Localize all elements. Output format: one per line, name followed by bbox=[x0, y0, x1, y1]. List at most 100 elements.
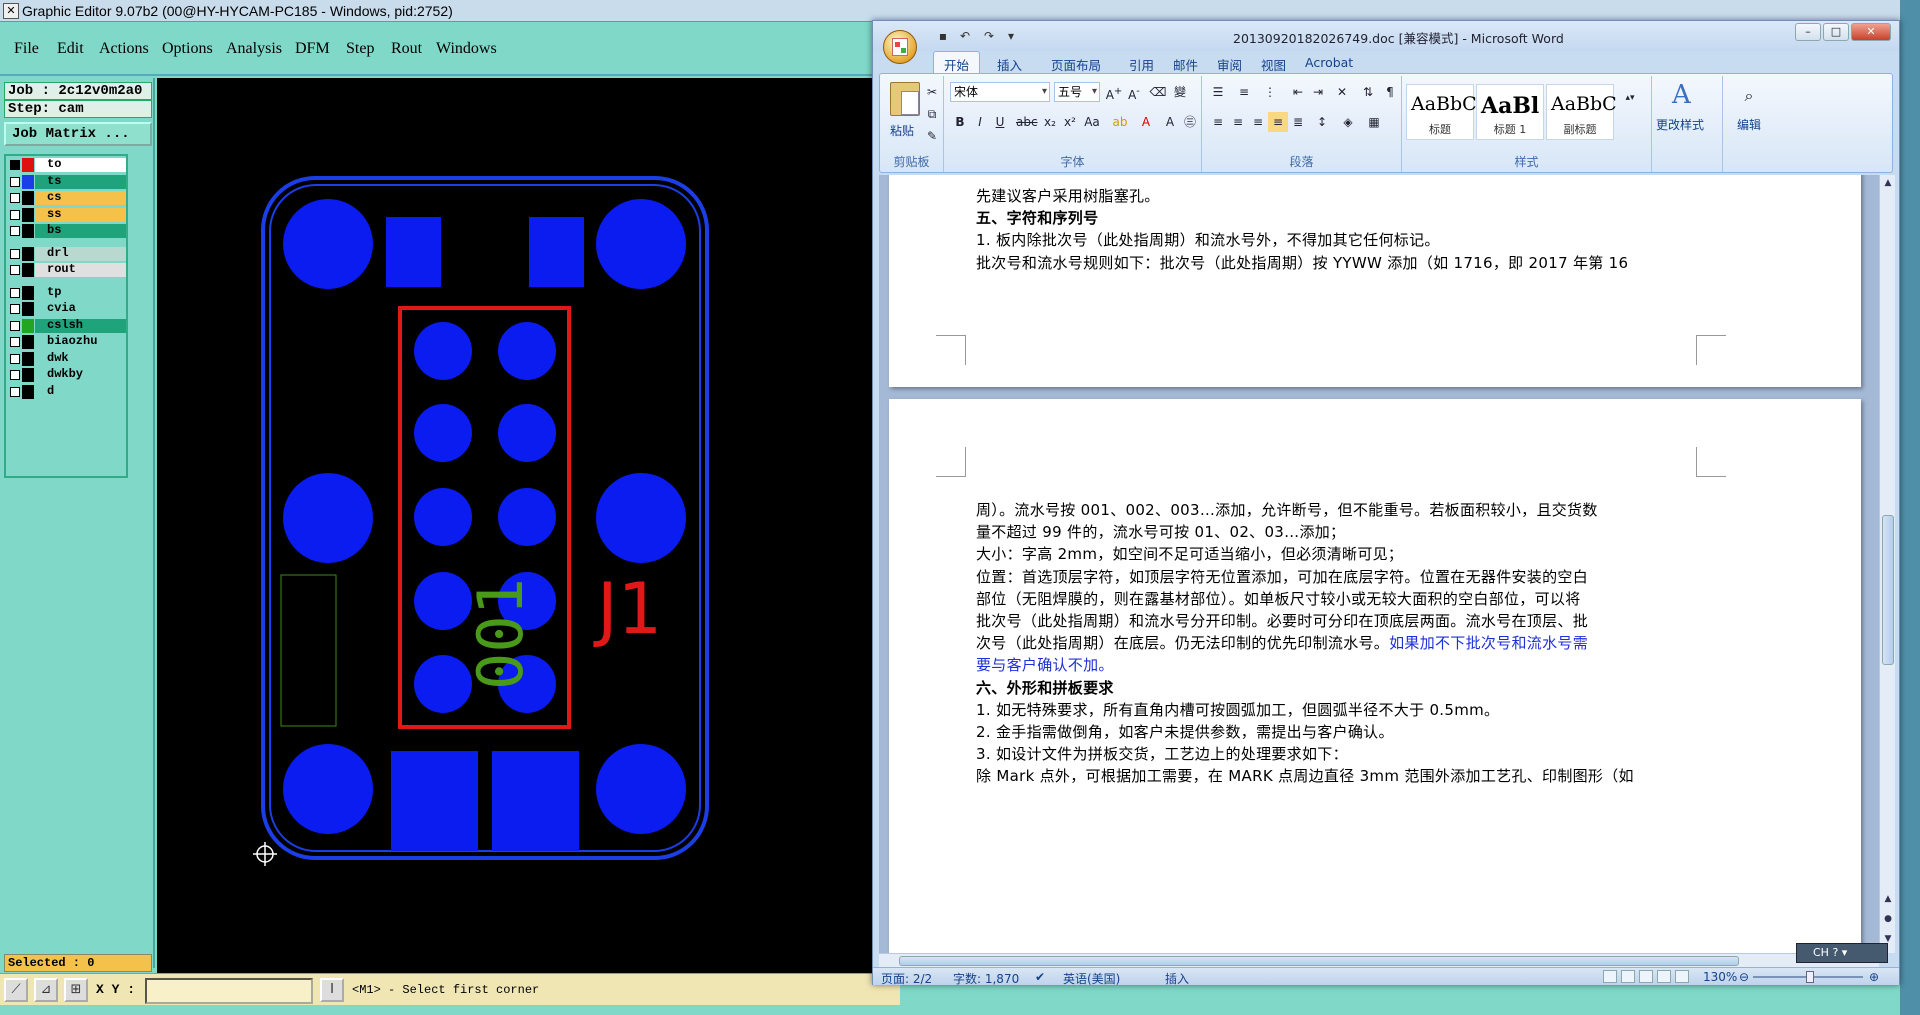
layer-row[interactable]: dwkby bbox=[8, 368, 126, 382]
insert-mode[interactable]: 插入 bbox=[1165, 970, 1189, 987]
menu-file[interactable]: File bbox=[14, 40, 39, 58]
layer-row[interactable]: to bbox=[8, 158, 126, 172]
doc-paragraph-line[interactable]: 要与客户确认不加。 bbox=[976, 654, 1696, 676]
layer-checkbox[interactable] bbox=[10, 304, 20, 314]
justify-icon[interactable]: ≡ bbox=[1268, 112, 1288, 132]
save-icon[interactable]: ▪ bbox=[935, 28, 951, 44]
horizontal-scrollbar[interactable] bbox=[879, 953, 1879, 967]
undo-icon[interactable]: ↶ bbox=[957, 28, 973, 44]
subscript-icon[interactable]: x₂ bbox=[1040, 112, 1060, 132]
layer-row[interactable]: cvia bbox=[8, 302, 126, 316]
web-view-icon[interactable] bbox=[1639, 970, 1653, 983]
layer-checkbox[interactable] bbox=[10, 193, 20, 203]
tab-mailings[interactable]: 邮件 bbox=[1173, 55, 1198, 74]
page-count[interactable]: 页面: 2/2 bbox=[881, 970, 932, 987]
tab-references[interactable]: 引用 bbox=[1129, 55, 1154, 74]
strikethrough-icon[interactable]: abc bbox=[1016, 112, 1038, 132]
zoom-slider[interactable] bbox=[1753, 971, 1863, 983]
doc-paragraph-line[interactable]: 部位（无阻焊膜的，则在露基材部位）。如单板尺寸较小或无较大面积的空白部位，可以将 bbox=[976, 588, 1696, 610]
numbering-icon[interactable]: ≡ bbox=[1234, 82, 1254, 102]
layer-checkbox[interactable] bbox=[10, 287, 20, 298]
line-spacing-icon[interactable]: ↕ bbox=[1312, 112, 1332, 132]
shrink-font-icon[interactable]: A- bbox=[1124, 82, 1144, 102]
italic-icon[interactable]: I bbox=[970, 112, 990, 132]
layer-checkbox[interactable] bbox=[10, 209, 20, 220]
draft-view-icon[interactable] bbox=[1675, 970, 1689, 983]
styles-scroll-icon[interactable]: ▴▾ bbox=[1620, 88, 1640, 108]
full-screen-view-icon[interactable] bbox=[1621, 970, 1635, 983]
style-title[interactable]: AaBbC 标题 bbox=[1406, 84, 1477, 140]
format-painter-icon[interactable]: ✎ bbox=[922, 126, 942, 146]
phonetic-icon[interactable]: 變 bbox=[1170, 82, 1190, 102]
doc-paragraph-line[interactable]: 除 Mark 点外，可根据加工需要，在 MARK 点周边直径 3mm 范围外添加… bbox=[976, 765, 1696, 787]
qat-customize-icon[interactable]: ▾ bbox=[1003, 28, 1019, 44]
layer-checkbox[interactable] bbox=[10, 176, 20, 187]
scroll-up-page-icon[interactable]: ▲ bbox=[1880, 891, 1896, 907]
language[interactable]: 英语(美国) bbox=[1063, 970, 1120, 987]
doc-heading[interactable]: 五、字符和序列号 bbox=[976, 207, 1696, 229]
enclose-char-icon[interactable]: ㊂ bbox=[1180, 112, 1200, 132]
word-count[interactable]: 字数: 1,870 bbox=[953, 970, 1019, 987]
redo-icon[interactable]: ↷ bbox=[981, 28, 997, 44]
multilevel-list-icon[interactable]: ⋮ bbox=[1260, 82, 1280, 102]
font-size-select[interactable]: 五号 bbox=[1054, 82, 1100, 102]
layer-checkbox[interactable] bbox=[10, 265, 20, 275]
menu-edit[interactable]: Edit bbox=[57, 40, 84, 58]
layer-row[interactable]: bs bbox=[8, 224, 126, 238]
doc-paragraph-line[interactable]: 位置：首选顶层字符，如顶层字符无位置添加，可加在底层字符。位置在无器件安装的空白 bbox=[976, 566, 1696, 588]
sort-icon[interactable]: ⇅ bbox=[1358, 82, 1378, 102]
print-layout-view-icon[interactable] bbox=[1603, 970, 1617, 983]
bullets-icon[interactable]: ☰ bbox=[1208, 82, 1228, 102]
zoom-in-icon[interactable]: ⊕ bbox=[1869, 970, 1879, 984]
align-left-icon[interactable]: ≡ bbox=[1208, 112, 1228, 132]
menu-options[interactable]: Options bbox=[162, 40, 213, 58]
zoom-level[interactable]: 130% bbox=[1703, 970, 1737, 984]
pcb-canvas[interactable]: 001 J1 bbox=[157, 78, 880, 973]
menu-windows[interactable]: Windows bbox=[436, 40, 497, 58]
maximize-button[interactable]: □ bbox=[1823, 23, 1849, 41]
xy-input[interactable] bbox=[145, 978, 313, 1004]
layer-checkbox[interactable] bbox=[10, 248, 20, 259]
menu-analysis[interactable]: Analysis bbox=[226, 40, 282, 58]
tab-acrobat[interactable]: Acrobat bbox=[1305, 55, 1353, 70]
zoom-slider-thumb[interactable] bbox=[1806, 971, 1814, 983]
chinese-layout-icon[interactable]: ✕ bbox=[1332, 82, 1352, 102]
style-subtitle[interactable]: AaBbC 副标题 bbox=[1546, 84, 1617, 140]
layer-row[interactable]: drl bbox=[8, 246, 126, 261]
layer-checkbox[interactable] bbox=[10, 353, 20, 364]
layer-row[interactable]: cs bbox=[8, 191, 126, 205]
layer-row[interactable]: cslsh bbox=[8, 318, 126, 333]
zoom-out-icon[interactable]: ⊖ bbox=[1739, 970, 1749, 984]
measure-icon[interactable]: ⊿ bbox=[34, 978, 58, 1002]
doc-paragraph-line[interactable]: 批次号（此处指周期）和流水号分开印制。必要时可分印在顶底层两面。流水号在顶层、批 bbox=[976, 610, 1696, 632]
align-center-icon[interactable]: ≡ bbox=[1228, 112, 1248, 132]
tab-insert[interactable]: 插入 bbox=[997, 55, 1022, 74]
paste-icon[interactable] bbox=[890, 82, 920, 116]
font-color-icon[interactable]: A bbox=[1136, 112, 1156, 132]
clear-format-icon[interactable]: ⌫ bbox=[1148, 82, 1168, 102]
horizontal-scroll-thumb[interactable] bbox=[899, 956, 1739, 966]
doc-paragraph-line[interactable]: 1. 板内除批次号（此处指周期）和流水号外，不得加其它任何标记。 bbox=[976, 229, 1696, 251]
browse-object-icon[interactable]: ● bbox=[1880, 911, 1896, 927]
scroll-up-icon[interactable]: ▲ bbox=[1880, 175, 1896, 191]
edit-group[interactable]: ⌕ 编辑 bbox=[1722, 76, 1776, 172]
menu-actions[interactable]: Actions bbox=[99, 40, 149, 58]
layer-row[interactable]: biaozhu bbox=[8, 335, 126, 349]
menu-rout[interactable]: Rout bbox=[391, 40, 422, 58]
superscript-icon[interactable]: x² bbox=[1060, 112, 1080, 132]
grow-font-icon[interactable]: A+ bbox=[1104, 82, 1124, 102]
doc-heading[interactable]: 六、外形和拼板要求 bbox=[976, 677, 1696, 699]
tab-page-layout[interactable]: 页面布局 bbox=[1051, 55, 1101, 74]
shading-icon[interactable]: ◈ bbox=[1338, 112, 1358, 132]
tab-view[interactable]: 视图 bbox=[1261, 55, 1286, 74]
text-cursor-icon[interactable]: I bbox=[320, 978, 344, 1002]
close-button[interactable]: ✕ bbox=[1851, 23, 1891, 41]
proofing-icon[interactable]: ✔ bbox=[1035, 970, 1045, 984]
change-styles-group[interactable]: A 更改样式 bbox=[1652, 76, 1722, 172]
increase-indent-icon[interactable]: ⇥ bbox=[1308, 82, 1328, 102]
layer-row[interactable]: ss bbox=[8, 207, 126, 222]
font-name-select[interactable]: 宋体 bbox=[950, 82, 1050, 102]
ime-language-bar[interactable]: CH ? ▾ bbox=[1796, 943, 1888, 963]
align-right-icon[interactable]: ≡ bbox=[1248, 112, 1268, 132]
office-button[interactable] bbox=[883, 30, 917, 64]
